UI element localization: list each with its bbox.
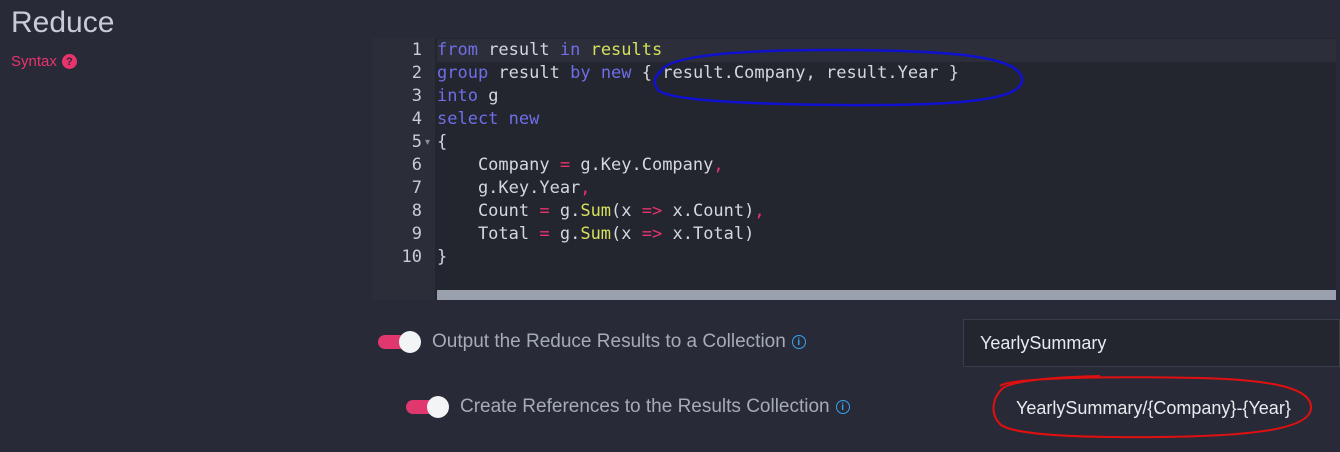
reference-pattern-value: YearlySummary/{Company}-{Year} [1016,397,1291,418]
code-token: g. [549,224,581,244]
line-number: 4 [411,109,422,129]
toggle-knob [399,331,421,353]
code-token: , [754,201,765,221]
code-token: => [641,201,663,221]
code-token: => [641,224,663,244]
code-line: } [437,246,1336,269]
references-row: Create References to the Results Collect… [406,396,850,418]
code-token: } [437,247,448,267]
output-collection-row: Output the Reduce Results to a Collectio… [378,331,806,353]
editor-code-area[interactable]: from result in results group result by ne… [437,38,1336,288]
code-line: Count = g.Sum(x => x.Count), [437,200,1336,223]
code-token: Total [437,224,540,244]
info-icon[interactable]: i [791,335,806,349]
code-token: = [559,155,571,175]
fold-arrow-icon[interactable]: ▾ [425,131,430,154]
code-token: g.Key.Year [437,178,581,198]
code-line: group result by new { result.Company, re… [437,62,1336,85]
code-token: new [600,63,632,83]
code-token: (x [611,224,642,244]
code-token: , [713,155,724,175]
output-collection-value: YearlySummary [980,332,1107,353]
info-icon[interactable]: i [835,400,850,414]
code-token: by [570,63,591,83]
code-token: { result.Company, result.Year } [631,63,960,83]
create-references-label: Create References to the Results Collect… [460,396,830,417]
code-token: { [437,132,448,152]
output-collection-label: Output the Reduce Results to a Collectio… [432,331,786,352]
horizontal-scrollbar[interactable] [437,290,1336,300]
code-token: g [477,86,499,106]
code-line: Total = g.Sum(x => x.Total) [437,223,1336,246]
syntax-link-label: Syntax [11,53,57,70]
code-token: = [539,224,550,244]
reference-pattern-input[interactable]: YearlySummary/{Company}-{Year} [1000,386,1310,430]
line-number: 8 [411,201,422,221]
line-numbers: 1 2 3 4 5 ▾ 6 7 8 9 10 [372,38,435,288]
line-number: 6 [411,155,422,175]
code-token: result [488,63,571,83]
code-token: in [559,40,581,60]
code-token: (x [611,201,642,221]
line-number: 9 [411,224,422,244]
code-token: from [437,40,478,60]
line-number: 10 [401,247,422,267]
code-line: { [437,131,1336,154]
code-line: select new [437,108,1336,131]
code-line: Company = g.Key.Company, [437,154,1336,177]
code-token: result [477,40,560,60]
line-number: 3 [411,86,422,106]
page-title: Reduce [11,6,115,39]
toggle-knob [427,396,449,418]
code-token: group [437,63,489,83]
code-token: x.Count) [662,201,755,221]
line-number: 1 [411,40,422,60]
code-token: results [590,40,663,60]
code-line: g.Key.Year, [437,177,1336,200]
code-token: Sum [580,224,612,244]
code-token: into [437,86,478,106]
code-editor[interactable]: from result in results group result by ne… [372,38,1336,300]
code-line: from result in results [437,39,1336,62]
help-icon[interactable]: ? [61,54,77,69]
code-token: x.Total) [662,224,755,244]
code-token: , [580,178,591,198]
code-token: select [437,109,499,129]
create-references-toggle[interactable] [406,396,449,418]
code-token: g. [549,201,581,221]
code-token: Count [437,201,540,221]
code-line: into g [437,85,1336,108]
output-collection-toggle[interactable] [378,331,421,353]
code-token: Company [437,155,560,175]
syntax-link[interactable]: Syntax ? [11,53,77,70]
code-token: Sum [580,201,612,221]
code-token: = [539,201,550,221]
line-number: 5 [411,132,422,152]
code-token: g.Key.Company [570,155,714,175]
output-collection-input[interactable]: YearlySummary [963,319,1340,367]
line-number: 7 [411,178,422,198]
code-token: new [508,109,540,129]
line-number: 2 [411,63,422,83]
